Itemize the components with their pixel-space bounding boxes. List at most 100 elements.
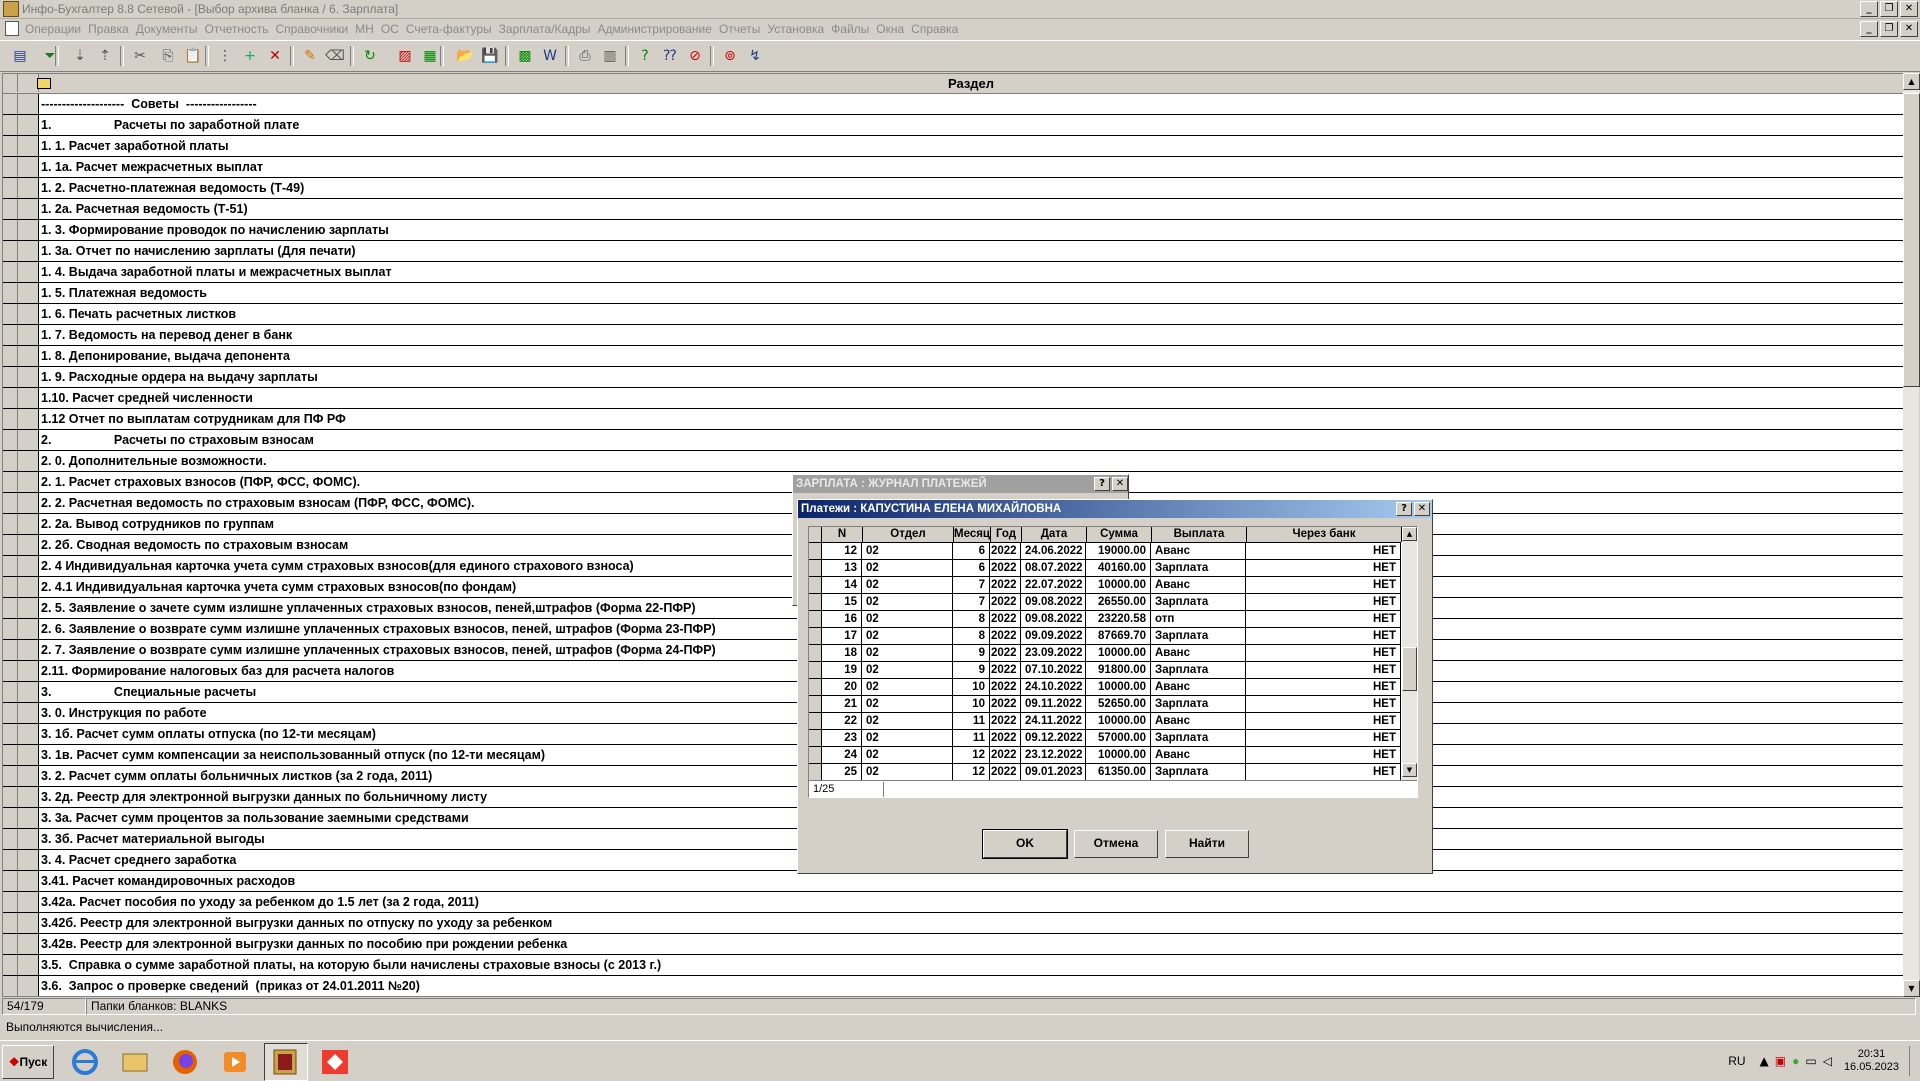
- tray-expand-icon[interactable]: ▲: [1760, 1054, 1769, 1068]
- find-button[interactable]: Найти: [1165, 830, 1249, 858]
- journal-close-button[interactable]: ✕: [1112, 477, 1128, 491]
- journal-help-button[interactable]: ?: [1094, 477, 1110, 491]
- minimize-button[interactable]: _: [1860, 1, 1878, 17]
- col-year-header[interactable]: Год: [991, 527, 1022, 542]
- scroll-down-arrow[interactable]: ▼: [1903, 980, 1920, 997]
- grid-row[interactable]: 3.42а. Расчет пособия по уходу за ребенк…: [3, 892, 1903, 913]
- network-icon[interactable]: ▣: [1775, 1054, 1786, 1068]
- child-close-button[interactable]: ✕: [1900, 21, 1918, 37]
- grid-row[interactable]: 3.6. Запрос о проверке сведений (приказ …: [3, 976, 1903, 996]
- col-date-header[interactable]: Дата: [1022, 527, 1087, 542]
- grid-row[interactable]: 1. 2а. Расчетная ведомость (Т-51): [3, 199, 1903, 220]
- col-month-header[interactable]: Месяц: [954, 527, 991, 542]
- stop-icon[interactable]: ⊘: [685, 46, 705, 66]
- grid-row[interactable]: 1. 1. Расчет заработной платы: [3, 136, 1903, 157]
- tree-icon[interactable]: ⋮: [215, 46, 235, 66]
- payments-row[interactable]: 22 02 11 2022 24.11.2022 10000.00 Аванс НЕТ: [809, 713, 1401, 730]
- ok-button[interactable]: OK: [982, 829, 1068, 859]
- preview-icon[interactable]: ▥: [600, 46, 620, 66]
- volume-icon[interactable]: ◁: [1823, 1054, 1832, 1068]
- child-minimize-button[interactable]: _: [1860, 21, 1878, 37]
- unmark-icon[interactable]: ⌫: [325, 46, 345, 66]
- payments-row[interactable]: 17 02 8 2022 09.09.2022 87669.70 Зарплата НЕТ: [809, 628, 1401, 645]
- menu-item-4[interactable]: Справочники: [275, 22, 355, 36]
- payments-row[interactable]: 23 02 11 2022 09.12.2022 57000.00 Зарплата НЕТ: [809, 730, 1401, 747]
- payments-row[interactable]: 21 02 10 2022 09.11.2022 52650.00 Зарплата НЕТ: [809, 696, 1401, 713]
- open-icon[interactable]: 📂: [455, 46, 475, 66]
- grid-row[interactable]: 1. 3а. Отчет по начислению зарплаты (Для…: [3, 241, 1903, 262]
- grid-row[interactable]: 1. 5. Платежная ведомость: [3, 283, 1903, 304]
- start-button[interactable]: ❖Пуск: [2, 1045, 54, 1079]
- grid-row[interactable]: 1. 9. Расходные ордера на выдачу зарплат…: [3, 367, 1903, 388]
- payments-row[interactable]: 24 02 12 2022 23.12.2022 10000.00 Аванс НЕТ: [809, 747, 1401, 764]
- taskbar-explorer[interactable]: [114, 1043, 158, 1081]
- taskbar-firefox[interactable]: [164, 1043, 208, 1081]
- grid-row[interactable]: 1. 7. Ведомость на перевод денег в банк: [3, 325, 1903, 346]
- menu-item-6[interactable]: ОС: [381, 22, 406, 36]
- grid-row[interactable]: 3.41. Расчет командировочных расходов: [3, 871, 1903, 892]
- menu-item-7[interactable]: Счета-фактуры: [406, 22, 499, 36]
- menu-item-1[interactable]: Правка: [88, 22, 136, 36]
- grid-scrollbar[interactable]: ▲ ▼: [1903, 73, 1920, 997]
- cut-icon[interactable]: ✂: [130, 46, 150, 66]
- mark-icon[interactable]: ✎: [300, 46, 320, 66]
- menu-item-10[interactable]: Отчеты: [719, 22, 767, 36]
- payments-row[interactable]: 18 02 9 2022 23.09.2022 10000.00 Аванс НЕТ: [809, 645, 1401, 662]
- close-button[interactable]: ✕: [1900, 1, 1918, 17]
- payments-row[interactable]: 13 02 6 2022 08.07.2022 40160.00 Зарплата НЕТ: [809, 560, 1401, 577]
- display-icon[interactable]: ▭: [1805, 1054, 1816, 1068]
- payments-row[interactable]: 12 02 6 2022 24.06.2022 19000.00 Аванс НЕТ: [809, 543, 1401, 560]
- grid-row[interactable]: 2. Расчеты по страховым взносам: [3, 430, 1903, 451]
- menu-item-8[interactable]: Зарплата/Кадры: [499, 22, 598, 36]
- payments-row[interactable]: 16 02 8 2022 09.08.2022 23220.58 отп НЕТ: [809, 611, 1401, 628]
- payments-scroll-thumb[interactable]: [1402, 647, 1417, 691]
- copy-icon[interactable]: ⎘: [158, 46, 178, 66]
- grid-row[interactable]: 1. 2. Расчетно-платежная ведомость (Т-49…: [3, 178, 1903, 199]
- column-header-section[interactable]: Раздел: [39, 76, 1903, 91]
- print-icon[interactable]: ⎙: [575, 46, 595, 66]
- language-indicator[interactable]: RU: [1728, 1054, 1745, 1068]
- payments-close-button[interactable]: ✕: [1414, 502, 1430, 516]
- antivirus-icon[interactable]: ●: [1792, 1054, 1799, 1068]
- taskbar-infobuh[interactable]: [264, 1043, 308, 1081]
- taskbar-ie[interactable]: [64, 1043, 108, 1081]
- pdf-icon[interactable]: ▨: [395, 46, 415, 66]
- word-icon[interactable]: W: [540, 46, 560, 66]
- payments-scroll-up-arrow[interactable]: ▲: [1402, 527, 1417, 541]
- menu-item-9[interactable]: Администрирование: [598, 22, 719, 36]
- menu-item-2[interactable]: Документы: [136, 22, 205, 36]
- child-restore-button[interactable]: ❐: [1880, 21, 1898, 37]
- document-icon[interactable]: [5, 21, 19, 36]
- clock[interactable]: 20:31 16.05.2023: [1844, 1048, 1899, 1074]
- payments-row[interactable]: 14 02 7 2022 22.07.2022 10000.00 Аванс НЕТ: [809, 577, 1401, 594]
- col-indicator-header[interactable]: [809, 527, 822, 542]
- payments-row[interactable]: 20 02 10 2022 24.10.2022 10000.00 Аванс НЕТ: [809, 679, 1401, 696]
- menu-item-5[interactable]: МН: [355, 22, 381, 36]
- update-icon[interactable]: ↯: [745, 46, 765, 66]
- scroll-up-arrow[interactable]: ▲: [1903, 73, 1920, 90]
- taskbar-anydesk[interactable]: [314, 1043, 358, 1081]
- col-bank-header[interactable]: Через банк: [1247, 527, 1402, 542]
- show-desktop-button[interactable]: [1909, 1046, 1920, 1076]
- cancel-button[interactable]: Отмена: [1074, 830, 1158, 858]
- grid-row[interactable]: 3.42б. Реестр для электронной выгрузки д…: [3, 913, 1903, 934]
- taskbar-media[interactable]: [214, 1043, 258, 1081]
- whatis-icon[interactable]: ⁇: [660, 46, 680, 66]
- grid-row[interactable]: 1. 4. Выдача заработной платы и межрасче…: [3, 262, 1903, 283]
- grid-row[interactable]: 1.12 Отчет по выплатам сотрудникам для П…: [3, 409, 1903, 430]
- payments-help-button[interactable]: ?: [1396, 502, 1412, 516]
- help-icon[interactable]: ?: [635, 46, 655, 66]
- delete-icon[interactable]: ✕: [265, 46, 285, 66]
- grid-row[interactable]: 1. 3. Формирование проводок по начислени…: [3, 220, 1903, 241]
- grid-row[interactable]: 1. 1а. Расчет межрасчетных выплат: [3, 157, 1903, 178]
- refresh-icon[interactable]: ↻: [360, 46, 380, 66]
- menu-item-11[interactable]: Установка: [767, 22, 831, 36]
- col-sum-header[interactable]: Сумма: [1087, 527, 1152, 542]
- menu-item-13[interactable]: Окна: [876, 22, 911, 36]
- menu-item-14[interactable]: Справка: [911, 22, 965, 36]
- grid-row[interactable]: 1. Расчеты по заработной плате: [3, 115, 1903, 136]
- payments-scroll-down-arrow[interactable]: ▼: [1402, 763, 1417, 777]
- restore-button[interactable]: ❐: [1880, 1, 1898, 17]
- form-icon[interactable]: ▤: [10, 46, 30, 66]
- menu-item-0[interactable]: Операции: [25, 22, 88, 36]
